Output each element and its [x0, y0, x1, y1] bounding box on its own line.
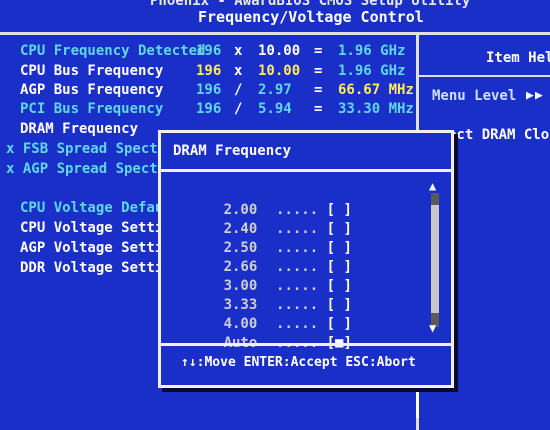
row-bus-value: 196	[196, 82, 222, 98]
row-label: x FSB Spread Spectr	[6, 141, 167, 157]
row-operator: x	[234, 63, 243, 79]
row-operator: /	[234, 101, 243, 117]
row-label: CPU Voltage Defau	[20, 200, 164, 216]
popup-title: DRAM Frequency	[173, 143, 292, 159]
row-result-value: 1.96 GHz	[338, 63, 406, 79]
row-label: CPU Frequency Detected	[20, 43, 206, 59]
menu-level-arrow-icon: ▶	[526, 88, 534, 103]
item-help-title: Item Help	[486, 50, 550, 66]
popup-footer-divider	[161, 343, 451, 346]
row-bus-value: 196	[196, 101, 222, 117]
row-ratio-value[interactable]: 10.00	[258, 62, 300, 80]
page-title: Frequency/Voltage Control	[198, 8, 424, 26]
bottom-divider	[416, 388, 419, 418]
popup-title-divider	[161, 169, 451, 172]
row-result-value: 1.96 GHz	[338, 43, 406, 59]
row-equals: =	[314, 82, 323, 98]
scrollbar-thumb[interactable]	[431, 205, 439, 313]
row-label: DDR Voltage Setti	[20, 260, 164, 276]
menu-level-label: Menu Level	[432, 88, 517, 104]
item-help-description: ect DRAM Cloc	[448, 127, 550, 143]
row-result-value[interactable]: 66.67 MHz	[338, 81, 414, 99]
row-equals: =	[314, 63, 323, 79]
scroll-up-arrow-icon[interactable]: ▲	[429, 179, 436, 193]
row-equals: =	[314, 43, 323, 59]
row-bus-value: 196	[196, 43, 222, 59]
row-equals: =	[314, 101, 323, 117]
row-ratio-value: 5.94	[258, 101, 292, 117]
row-label: DRAM Frequency	[20, 121, 139, 137]
bios-screen: Phoenix - AwardBIOS CMOS Setup Utility F…	[0, 0, 550, 430]
row-ratio-value: 2.97	[258, 82, 292, 98]
title-bar: Phoenix - AwardBIOS CMOS Setup Utility F…	[0, 0, 550, 30]
row-operator: /	[234, 82, 243, 98]
row-label: CPU Voltage Setti	[20, 220, 164, 236]
row-label: x AGP Spread Spectr	[6, 161, 167, 177]
row-label: AGP Bus Frequency	[20, 82, 164, 98]
scroll-down-arrow-icon[interactable]: ▼	[429, 321, 436, 335]
title-divider	[0, 32, 550, 35]
help-title-divider	[419, 75, 550, 77]
row-bus-value[interactable]: 196	[196, 62, 221, 80]
popup-key-hints: ↑↓:Move ENTER:Accept ESC:Abort	[181, 355, 416, 370]
dram-frequency-popup[interactable]: DRAM Frequency 2.00 ..... [ ] 2.40 .....…	[158, 130, 454, 388]
row-label: AGP Voltage Setti	[20, 240, 164, 256]
row-ratio-value: 10.00	[258, 43, 301, 59]
row-label: CPU Bus Frequency	[20, 63, 164, 79]
menu-level-arrow-icon: ▶	[535, 88, 543, 103]
row-operator: x	[234, 43, 243, 59]
row-result-value: 33.30 MHz	[338, 101, 414, 117]
row-label: PCI Bus Frequency	[20, 101, 164, 117]
